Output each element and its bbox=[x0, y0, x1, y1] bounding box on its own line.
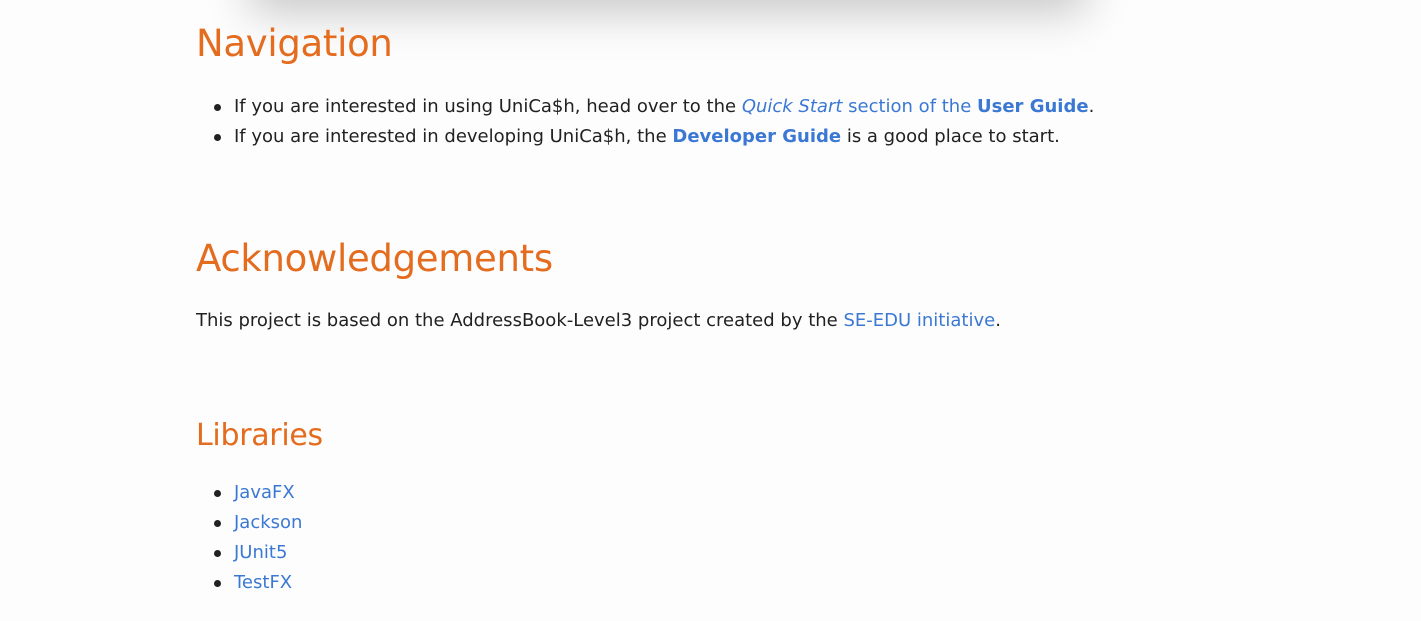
acknowledgements-heading: Acknowledgements bbox=[196, 237, 553, 280]
nav-item-suffix: is a good place to start. bbox=[841, 126, 1060, 147]
library-link-testfx[interactable]: TestFX bbox=[234, 572, 292, 593]
library-link-junit5[interactable]: JUnit5 bbox=[234, 542, 287, 563]
list-item: If you are interested in using UniCa$h, … bbox=[214, 92, 1094, 122]
list-item: JUnit5 bbox=[214, 538, 302, 568]
quick-start-link[interactable]: Quick Start section of the User Guide bbox=[742, 96, 1089, 117]
developer-guide-link[interactable]: Developer Guide bbox=[672, 126, 841, 147]
list-item: Jackson bbox=[214, 508, 302, 538]
nav-item-text: If you are interested in using UniCa$h, … bbox=[234, 96, 742, 117]
library-link-jackson[interactable]: Jackson bbox=[234, 512, 302, 533]
nav-item-suffix: . bbox=[1088, 96, 1095, 117]
libraries-heading: Libraries bbox=[196, 418, 323, 453]
navigation-heading: Navigation bbox=[196, 22, 393, 65]
navigation-list: If you are interested in using UniCa$h, … bbox=[214, 92, 1094, 152]
acknowledgements-text: This project is based on the AddressBook… bbox=[196, 310, 1001, 331]
list-item: JavaFX bbox=[214, 478, 302, 508]
libraries-list: JavaFX Jackson JUnit5 TestFX bbox=[214, 478, 302, 598]
nav-item-text: If you are interested in developing UniC… bbox=[234, 126, 673, 147]
library-link-javafx[interactable]: JavaFX bbox=[234, 482, 295, 503]
se-edu-link[interactable]: SE-EDU initiative bbox=[843, 310, 995, 331]
list-item: If you are interested in developing UniC… bbox=[214, 122, 1094, 152]
page: Navigation If you are interested in usin… bbox=[0, 0, 1421, 621]
list-item: TestFX bbox=[214, 568, 302, 598]
